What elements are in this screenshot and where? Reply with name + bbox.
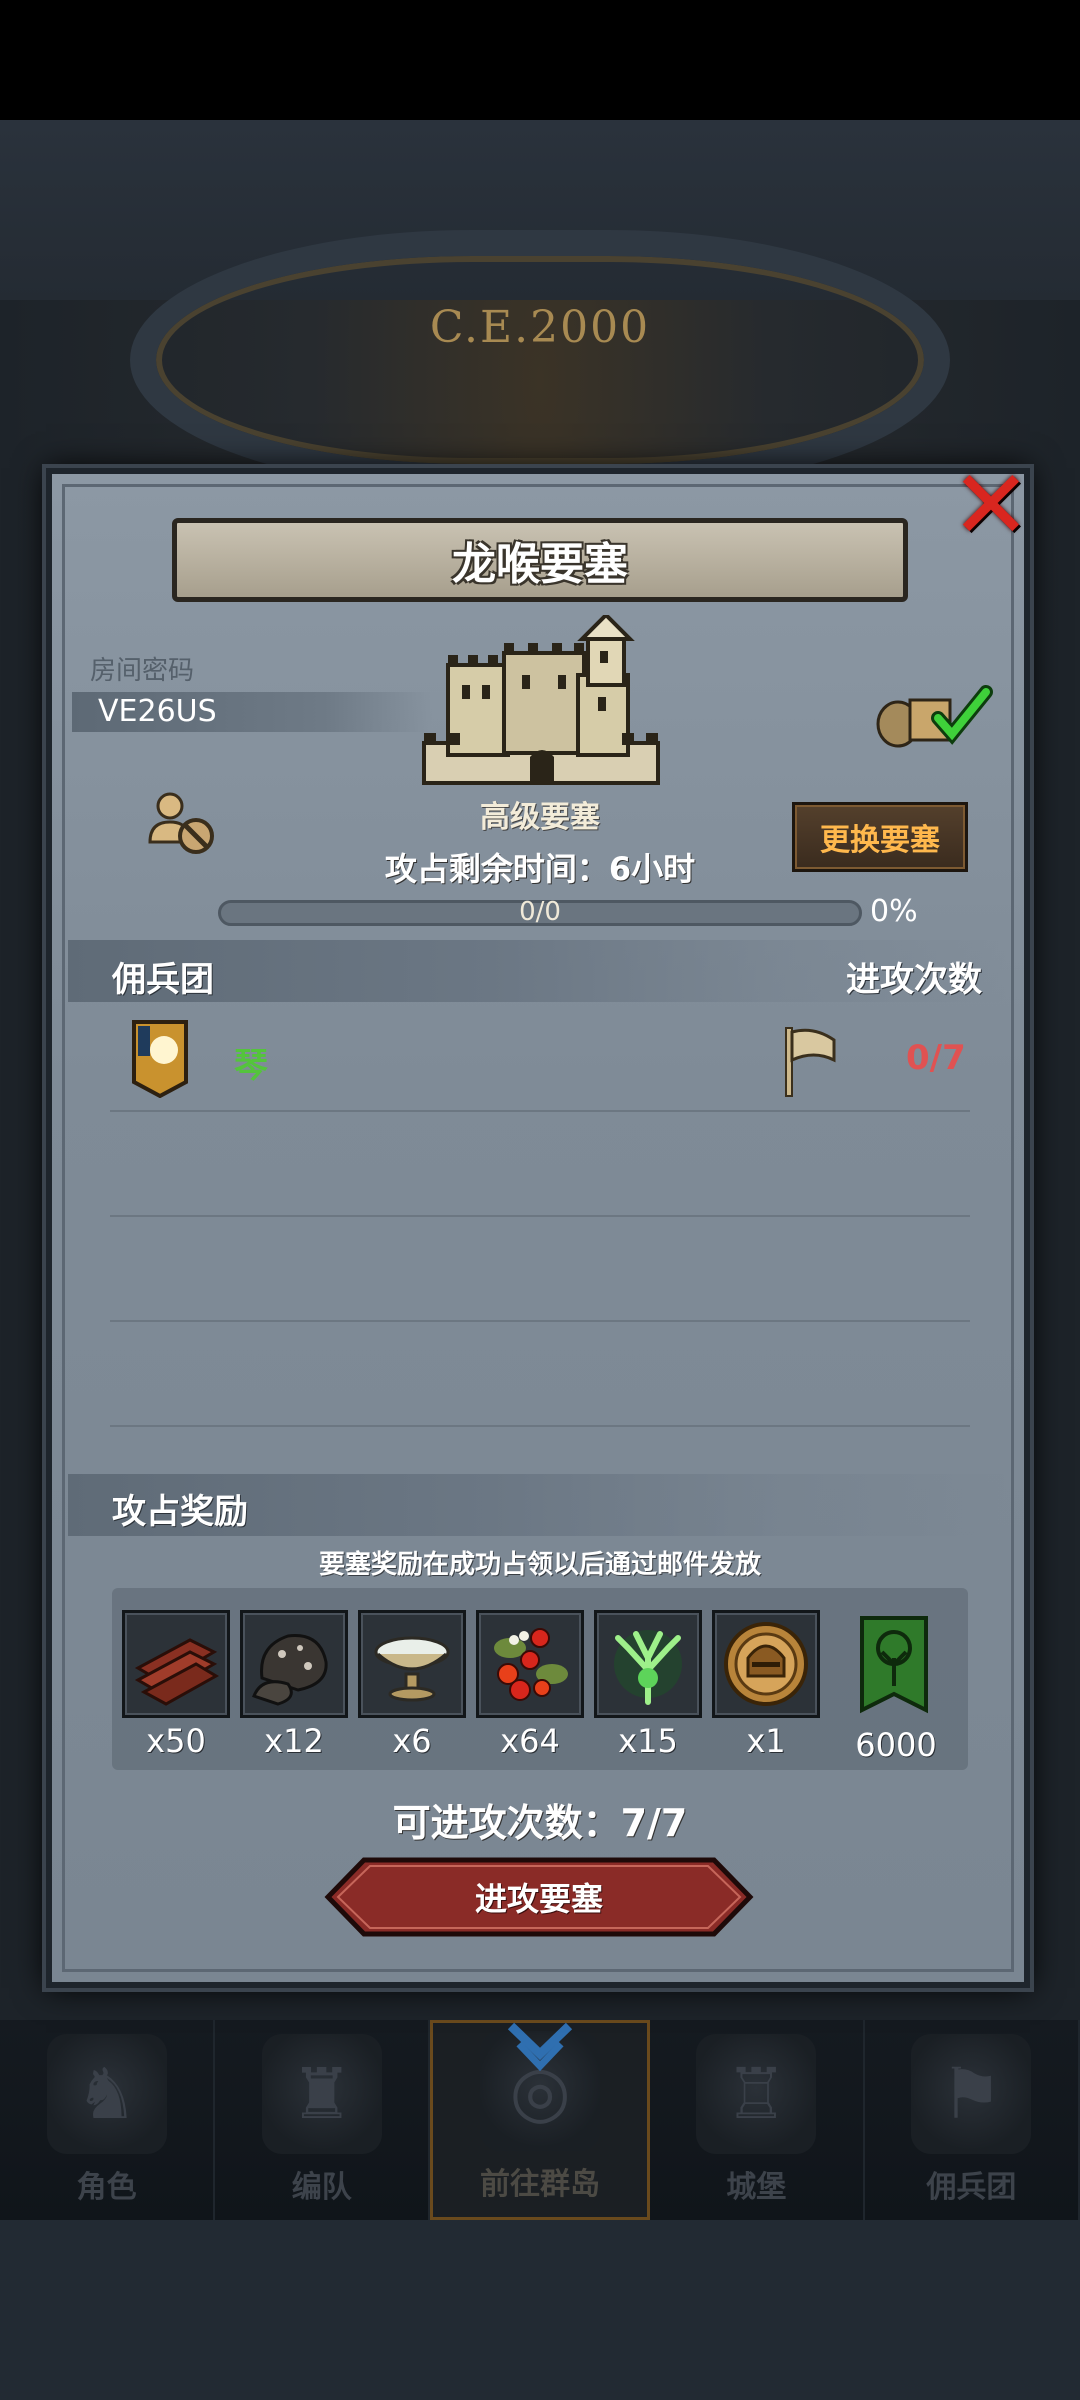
row-divider bbox=[110, 1110, 970, 1112]
reward-count: x6 bbox=[392, 1722, 432, 1760]
reward-slot bbox=[476, 1610, 584, 1718]
reward-slot bbox=[594, 1610, 702, 1718]
nav-label: 佣兵团 bbox=[926, 2170, 1017, 2205]
fortress-castle-icon bbox=[422, 615, 660, 785]
reward-slot bbox=[240, 1610, 348, 1718]
reward-mail-note: 要塞奖励在成功占领以后通过邮件发放 bbox=[318, 1550, 761, 1580]
dialog-title: 龙喉要塞 bbox=[452, 539, 628, 590]
row-divider bbox=[110, 1425, 970, 1427]
reward-slot bbox=[712, 1610, 820, 1718]
reward-item[interactable]: x15 bbox=[594, 1610, 702, 1760]
reward-count: x15 bbox=[618, 1722, 678, 1760]
ore-rock-icon bbox=[252, 1634, 328, 1706]
attack-fortress-label: 进攻要塞 bbox=[474, 1880, 603, 1918]
green-crystal-tree-icon bbox=[614, 1630, 682, 1705]
nav-item-character[interactable]: ♞ 角色 bbox=[0, 2020, 216, 2220]
wood-planks-icon bbox=[134, 1638, 219, 1706]
nav-label: 角色 bbox=[76, 2170, 137, 2205]
reward-item[interactable]: x6 bbox=[358, 1610, 466, 1760]
attack-count-header: 进攻次数 bbox=[846, 960, 982, 1000]
castle-icon: ♖ bbox=[696, 2034, 817, 2154]
silver-bowl-icon bbox=[374, 1636, 450, 1702]
reward-count: x1 bbox=[746, 1722, 786, 1760]
era-label: C.E.2000 bbox=[429, 302, 651, 353]
character-icon: ♞ bbox=[46, 2034, 167, 2154]
flag-icon bbox=[785, 1027, 836, 1097]
mercenary-name: 琴 bbox=[234, 1046, 268, 1086]
capture-timer: 攻占剩余时间：6小时 bbox=[384, 850, 696, 888]
bottom-bar bbox=[0, 2220, 1080, 2400]
mercenary-row[interactable]: 琴 0/7 bbox=[68, 1008, 1008, 1112]
supply-check-icon[interactable] bbox=[876, 680, 996, 752]
reward-count: x12 bbox=[264, 1722, 324, 1760]
row-divider bbox=[110, 1215, 970, 1217]
formation-icon: ♜ bbox=[261, 2034, 382, 2154]
dialog-title-plate: 龙喉要塞 bbox=[172, 518, 908, 602]
nav-label: 编队 bbox=[291, 2170, 352, 2205]
chevron-down-icon bbox=[507, 2022, 573, 2072]
reward-section-title: 攻占奖励 bbox=[112, 1492, 248, 1532]
nav-label: 前往群岛 bbox=[480, 2167, 600, 2202]
room-password-label: 房间密码 bbox=[90, 656, 195, 686]
reward-slot bbox=[358, 1610, 466, 1718]
mercenary-emblem-icon bbox=[132, 1020, 188, 1098]
tree-banner-icon[interactable] bbox=[858, 1614, 930, 1714]
mercenary-section-title: 佣兵团 bbox=[112, 960, 214, 1000]
reward-item[interactable]: x1 bbox=[712, 1610, 820, 1760]
knight-helmet-coin-icon bbox=[724, 1622, 808, 1706]
berries-icon bbox=[494, 1628, 568, 1701]
capture-progress-text: 0/0 bbox=[519, 897, 561, 927]
reward-item[interactable]: x50 bbox=[122, 1610, 230, 1760]
close-icon[interactable]: ✕ bbox=[946, 457, 1036, 553]
room-code: VE26US bbox=[98, 694, 217, 729]
row-divider bbox=[110, 1320, 970, 1322]
reward-item[interactable]: x64 bbox=[476, 1610, 584, 1760]
status-bar bbox=[0, 0, 1080, 120]
era-clock-ring bbox=[130, 230, 950, 490]
reward-item[interactable]: x12 bbox=[240, 1610, 348, 1760]
reward-slot bbox=[122, 1610, 230, 1718]
reward-count: 6000 bbox=[855, 1726, 937, 1764]
reward-count: x64 bbox=[500, 1722, 560, 1760]
nav-item-formation[interactable]: ♜ 编队 bbox=[215, 2020, 431, 2220]
nav-item-mercenary[interactable]: ⚑ 佣兵团 bbox=[865, 2020, 1080, 2220]
reward-count: x50 bbox=[146, 1722, 206, 1760]
nav-label: 城堡 bbox=[726, 2170, 787, 2205]
nav-item-castle[interactable]: ♖ 城堡 bbox=[650, 2020, 865, 2220]
mercenary-attack-count: 0/7 bbox=[906, 1038, 966, 1078]
mercenary-icon: ⚑ bbox=[911, 2034, 1032, 2154]
capture-progress-percent: 0% bbox=[870, 894, 918, 929]
available-attacks: 可进攻次数：7/7 bbox=[392, 1801, 688, 1845]
